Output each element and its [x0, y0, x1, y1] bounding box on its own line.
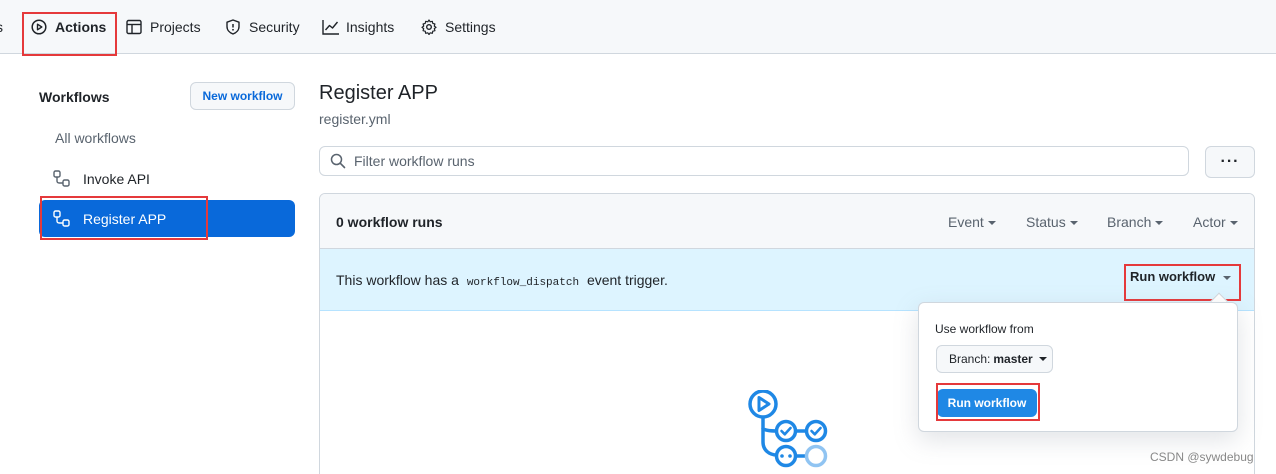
workflow-icon: [53, 169, 71, 188]
branch-filter-dropdown[interactable]: Branch: [1107, 214, 1164, 230]
sidebar-item-all-workflows[interactable]: All workflows: [39, 119, 295, 156]
search-icon: [330, 153, 346, 169]
runs-count: 0 workflow runs: [336, 214, 443, 230]
banner-text: This workflow has a workflow_dispatch ev…: [336, 272, 668, 289]
tab-security[interactable]: Security: [225, 0, 300, 54]
caret-down-icon: [1155, 221, 1164, 226]
run-workflow-dropdown[interactable]: Run workflow: [1130, 269, 1232, 284]
table-icon: [126, 19, 142, 35]
dropdown-label: Branch: [1107, 214, 1152, 230]
run-workflow-button[interactable]: Run workflow: [937, 389, 1037, 417]
tab-label: Actions: [55, 19, 107, 35]
play-circle-icon: [31, 19, 47, 35]
branch-prefix: Branch:: [949, 352, 991, 366]
dropdown-label: Event: [948, 214, 984, 230]
tab-label: s: [0, 19, 3, 35]
run-workflow-popover: Use workflow from Branch: master Run wor…: [918, 302, 1238, 432]
caret-down-icon: [1038, 357, 1047, 361]
workflow-illustration-icon: [745, 389, 835, 474]
banner-text-before: This workflow has a: [336, 272, 459, 288]
banner-text-after: event trigger.: [586, 272, 668, 288]
status-filter-dropdown[interactable]: Status: [1026, 214, 1078, 230]
caret-down-icon: [987, 221, 996, 226]
page-title: Register APP: [319, 82, 438, 104]
sidebar-item-label: Register APP: [83, 210, 167, 227]
caret-down-icon: [1223, 275, 1232, 280]
runs-header: 0 workflow runs Event Status Branch Acto…: [320, 194, 1254, 249]
actor-filter-dropdown[interactable]: Actor: [1193, 214, 1238, 230]
workflow-filename[interactable]: register.yml: [319, 111, 391, 127]
tab-label: Insights: [346, 19, 395, 35]
tab-label: Settings: [445, 19, 496, 35]
popover-label: Use workflow from: [935, 322, 1034, 336]
caret-down-icon: [1069, 221, 1078, 226]
dropdown-label: Actor: [1193, 214, 1226, 230]
tab-code-fragment[interactable]: s: [0, 0, 3, 54]
sidebar-item-label: All workflows: [55, 129, 136, 146]
tab-insights[interactable]: Insights: [322, 0, 394, 54]
tab-actions[interactable]: Actions: [31, 0, 106, 54]
branch-select-button[interactable]: Branch: master: [936, 345, 1053, 373]
caret-down-icon: [1229, 221, 1238, 226]
gear-icon: [421, 19, 437, 36]
sidebar-title: Workflows: [39, 89, 110, 105]
filter-placeholder: Filter workflow runs: [354, 153, 475, 169]
new-workflow-button[interactable]: New workflow: [190, 82, 295, 110]
event-filter-dropdown[interactable]: Event: [948, 214, 996, 230]
tab-settings[interactable]: Settings: [421, 0, 496, 54]
watermark: CSDN @sywdebug: [1150, 450, 1254, 464]
branch-name: master: [993, 352, 1033, 366]
tab-label: Security: [249, 19, 300, 35]
dropdown-label: Status: [1026, 214, 1066, 230]
more-options-button[interactable]: ···: [1205, 146, 1255, 178]
banner-code: workflow_dispatch: [466, 277, 580, 289]
sidebar-item-label: Invoke API: [83, 170, 150, 187]
kebab-horizontal-icon: ···: [1220, 153, 1240, 170]
tab-label: Projects: [150, 19, 201, 35]
sidebar-item-register-app[interactable]: Register APP: [39, 200, 295, 237]
tab-projects[interactable]: Projects: [126, 0, 201, 54]
dropdown-label: Run workflow: [1130, 269, 1216, 284]
workflow-icon: [53, 209, 71, 228]
graph-icon: [322, 19, 339, 35]
sidebar-item-invoke-api[interactable]: Invoke API: [39, 160, 295, 197]
filter-workflow-runs-input[interactable]: Filter workflow runs: [319, 146, 1189, 176]
repo-nav: s Actions Projects Security Insights Set…: [0, 0, 1276, 54]
shield-icon: [225, 19, 241, 35]
